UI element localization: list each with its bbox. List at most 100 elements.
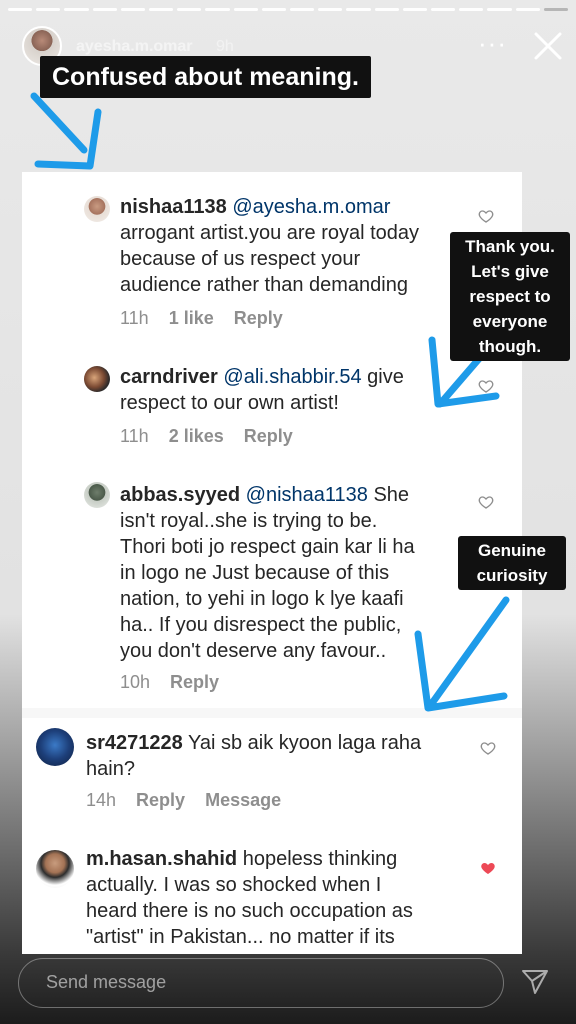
progress-segment [177, 8, 202, 11]
note-line: Let's give [471, 262, 549, 281]
comment-username[interactable]: m.hasan.shahid [86, 848, 237, 870]
comment-item: sr4271228 Yai sb aik kyoon laga raha hai… [22, 720, 522, 820]
comment-line: respect to our own artist! [120, 392, 339, 414]
comment-line: arrogant artist.you are royal today [120, 222, 420, 244]
comment-line: because of us respect your [120, 248, 361, 270]
progress-segment [120, 8, 146, 11]
more-options-icon[interactable]: ··· [478, 30, 506, 56]
message-button[interactable]: Message [205, 790, 281, 810]
comment-meta: 11h 1 like Reply [120, 308, 303, 329]
comment-line: you don't deserve any favour.. [120, 640, 387, 662]
comment-likes[interactable]: 1 like [169, 308, 214, 328]
heart-icon[interactable] [478, 494, 494, 510]
progress-segment [233, 8, 258, 11]
comment-line: heard there is no such occupation as [86, 900, 413, 922]
comment-username[interactable]: abbas.syyed [120, 484, 240, 506]
comment-text: carndriver @ali.shabbir.54 give respect … [120, 364, 500, 416]
comment-line: Yai sb aik kyoon laga raha [187, 732, 422, 754]
commenter-avatar[interactable] [84, 482, 110, 508]
progress-segment [92, 8, 117, 11]
comment-item: carndriver @ali.shabbir.54 give respect … [22, 352, 522, 462]
progress-segment [431, 8, 456, 11]
progress-segment [205, 8, 230, 11]
progress-segment [290, 8, 315, 11]
comment-line: hopeless thinking [242, 848, 398, 870]
comment-likes[interactable]: 2 likes [169, 426, 224, 446]
comment-mention[interactable]: @ayesha.m.omar [232, 196, 390, 218]
comment-line: nation, to yehi in logo k lye kaafi [120, 588, 404, 610]
note-line: curiosity [476, 566, 548, 585]
comment-text: abbas.syyed @nishaa1138 She isn't royal.… [120, 482, 500, 664]
send-message-placeholder: Send message [46, 972, 167, 992]
comment-time: 10h [120, 672, 151, 692]
comment-line: "artist" in Pakistan... no matter if its [86, 926, 395, 948]
comment-line: She [373, 484, 410, 506]
comment-line: give [367, 366, 404, 388]
comment-meta: 14h Reply Message [86, 790, 301, 811]
comment-time: 11h [120, 308, 149, 328]
comment-item: m.hasan.shahid hopeless thinking actuall… [22, 842, 522, 954]
commenter-avatar[interactable] [84, 366, 110, 392]
progress-segment [459, 8, 484, 11]
paper-plane-icon[interactable] [520, 966, 550, 996]
note-line: though. [478, 337, 542, 356]
heart-filled-icon[interactable] [480, 860, 496, 876]
comment-text: sr4271228 Yai sb aik kyoon laga raha hai… [86, 730, 486, 782]
note-sticker-curiosity: Genuine curiosity [458, 536, 566, 590]
progress-segment [487, 8, 512, 11]
commenter-avatar[interactable] [36, 728, 74, 766]
comment-mention[interactable]: @nishaa1138 [246, 484, 368, 506]
title-sticker: Confused about meaning. [40, 56, 371, 98]
comment-username[interactable]: sr4271228 [86, 732, 183, 754]
progress-segment [346, 8, 371, 11]
comment-line: in logo ne Just because of this [120, 562, 390, 584]
progress-segment [36, 8, 61, 11]
progress-segment [8, 8, 33, 11]
progress-segment [64, 8, 89, 11]
reply-button[interactable]: Reply [234, 308, 283, 328]
comment-mention[interactable]: @ali.shabbir.54 [223, 366, 361, 388]
reply-button[interactable]: Reply [244, 426, 293, 446]
progress-segment [374, 8, 399, 11]
note-line: Genuine [477, 541, 546, 560]
comment-username[interactable]: carndriver [120, 366, 218, 388]
heart-icon[interactable] [480, 740, 496, 756]
comment-meta: 11h 2 likes Reply [120, 426, 313, 447]
comment-line: hain? [86, 758, 135, 780]
comment-item: nishaa1138 @ayesha.m.omar arrogant artis… [22, 172, 522, 342]
comment-time: 11h [120, 426, 149, 446]
note-line: everyone [472, 312, 548, 331]
note-line: Thank you. [465, 237, 555, 256]
reply-button[interactable]: Reply [170, 672, 219, 692]
commenter-avatar[interactable] [36, 850, 74, 888]
comment-time: 14h [86, 790, 117, 810]
comment-meta: 10h Reply [120, 672, 239, 693]
reply-button[interactable]: Reply [136, 790, 185, 810]
progress-segment [515, 8, 540, 11]
comment-line: audience rather than demanding [120, 274, 408, 296]
story-timestamp: 9h [216, 38, 234, 55]
note-line: respect to [469, 287, 551, 306]
comment-item: abbas.syyed @nishaa1138 She isn't royal.… [22, 472, 522, 704]
progress-segment [261, 8, 287, 11]
progress-segment [318, 8, 343, 11]
story-progress-bar [8, 8, 569, 11]
section-divider [22, 708, 522, 718]
progress-segment [543, 8, 569, 11]
heart-icon[interactable] [478, 208, 494, 224]
close-icon[interactable] [532, 30, 564, 62]
comments-screenshot: nishaa1138 @ayesha.m.omar arrogant artis… [22, 172, 522, 954]
comment-line: Thori boti jo respect gain kar li ha [120, 536, 415, 558]
comment-line: isn't royal..she is trying to be. [120, 510, 378, 532]
commenter-avatar[interactable] [84, 196, 110, 222]
comment-username[interactable]: nishaa1138 [120, 196, 227, 218]
heart-icon[interactable] [478, 378, 494, 394]
comment-text: nishaa1138 @ayesha.m.omar arrogant artis… [120, 194, 500, 298]
story-username[interactable]: ayesha.m.omar [76, 38, 193, 56]
comment-line: ha.. If you disrespect the public, [120, 614, 402, 636]
comment-text: m.hasan.shahid hopeless thinking actuall… [86, 846, 506, 950]
note-sticker-thanks: Thank you. Let's give respect to everyon… [450, 232, 570, 361]
progress-segment [402, 8, 428, 11]
progress-segment [149, 8, 174, 11]
comment-line: actually. I was so shocked when I [86, 874, 382, 896]
